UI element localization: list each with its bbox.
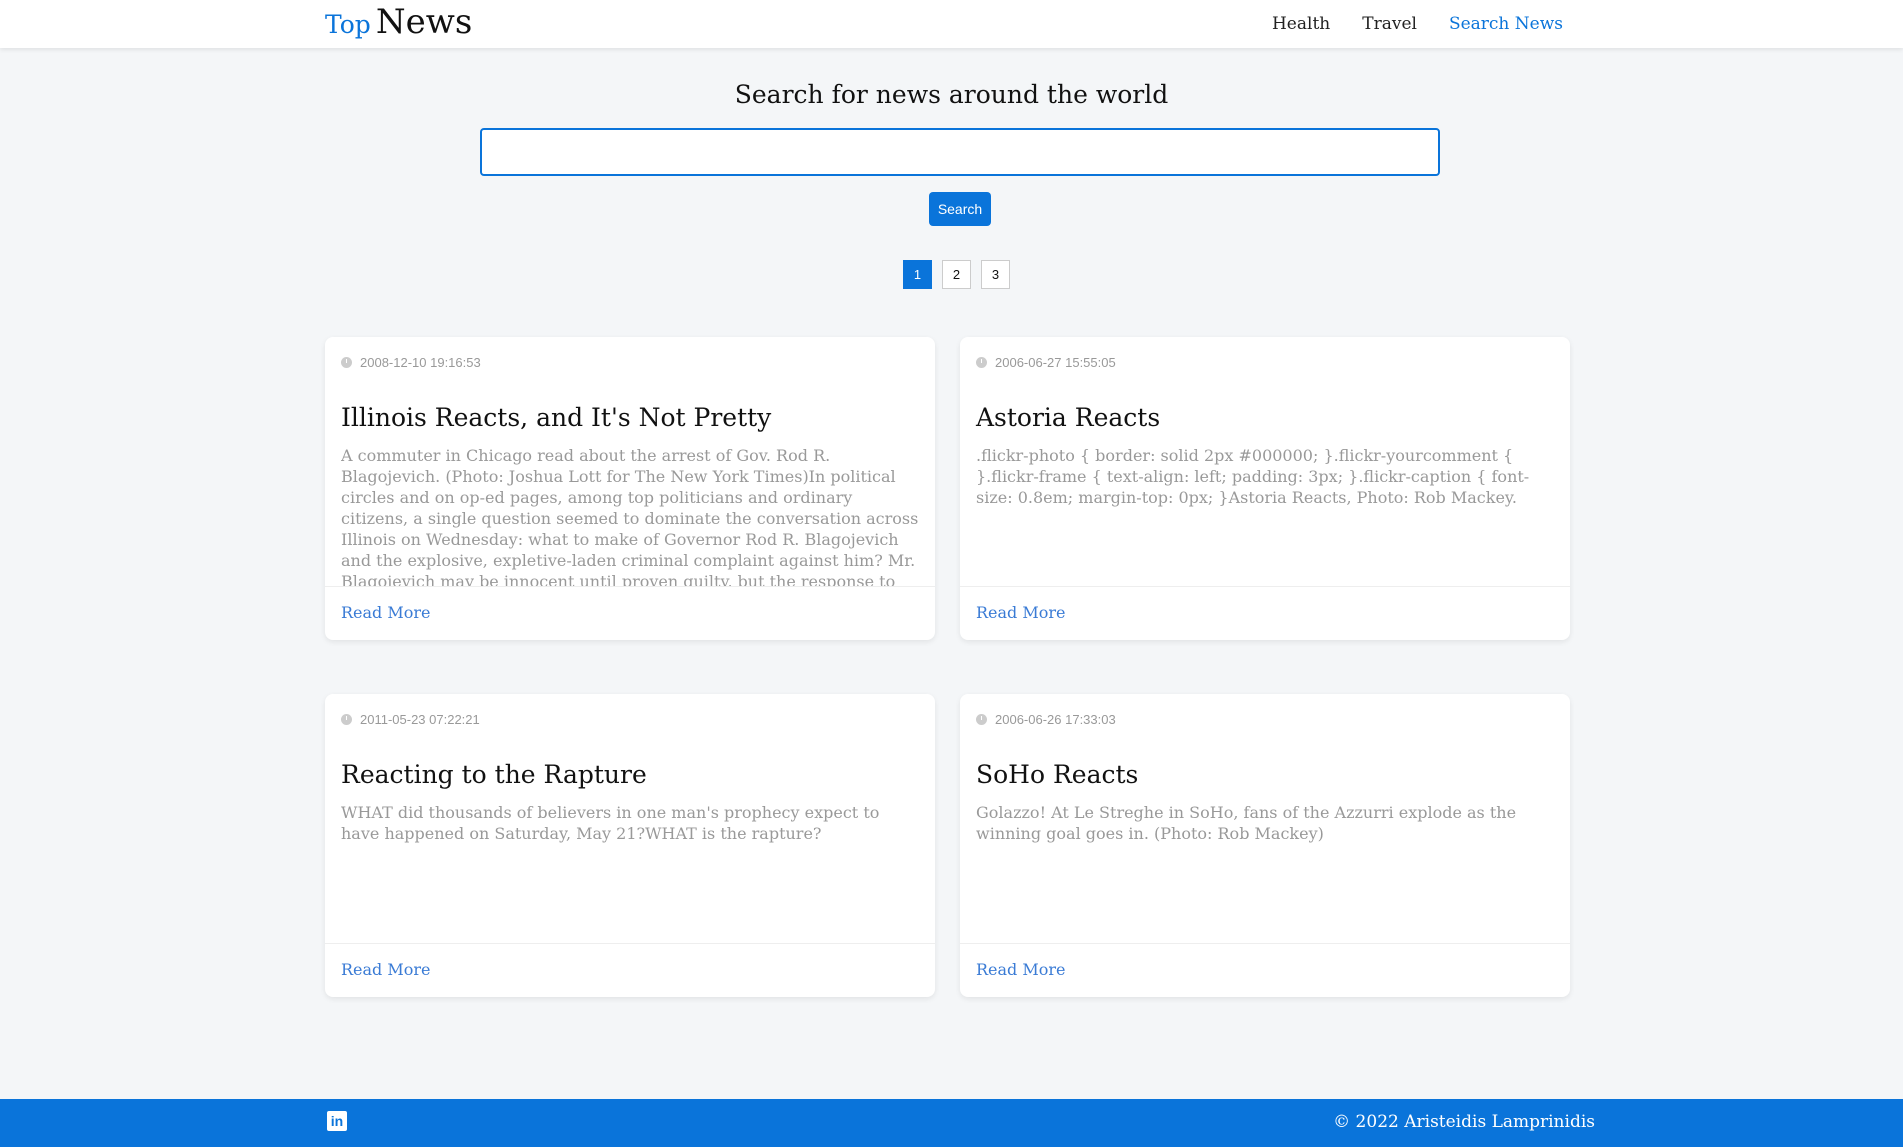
article-date-text: 2008-12-10 19:16:53 <box>360 355 481 370</box>
article-title: Illinois Reacts, and It's Not Pretty <box>341 403 772 432</box>
article-body: WHAT did thousands of believers in one m… <box>341 803 880 843</box>
article-card: 2011-05-23 07:22:21 Reacting to the Rapt… <box>325 694 935 997</box>
article-title: Reacting to the Rapture <box>341 760 647 789</box>
linkedin-icon-glyph: in <box>330 1113 344 1129</box>
page-button-2[interactable]: 2 <box>942 260 971 289</box>
clock-icon <box>341 357 352 368</box>
article-date: 2006-06-26 17:33:03 <box>976 712 1116 727</box>
linkedin-icon[interactable]: in <box>327 1111 347 1131</box>
article-title: Astoria Reacts <box>976 403 1161 432</box>
card-footer: Read More <box>325 586 935 640</box>
search-heading: Search for news around the world <box>734 80 1169 109</box>
clock-icon <box>976 714 987 725</box>
article-card: 2006-06-26 17:33:03 SoHo Reacts Golazzo!… <box>960 694 1570 997</box>
article-card: 2006-06-27 15:55:05 Astoria Reacts .flic… <box>960 337 1570 640</box>
card-footer: Read More <box>325 943 935 997</box>
card-footer: Read More <box>960 943 1570 997</box>
article-title: SoHo Reacts <box>976 760 1139 789</box>
clock-icon <box>341 714 352 725</box>
article-date: 2008-12-10 19:16:53 <box>341 355 481 370</box>
nav-item-search-news[interactable]: Search News <box>1449 14 1563 34</box>
article-date-text: 2006-06-26 17:33:03 <box>995 712 1116 727</box>
brand-news-text: News <box>375 2 473 42</box>
nav-links: Health Travel Search News <box>1272 14 1563 34</box>
read-more-link[interactable]: Read More <box>976 603 1066 622</box>
article-date-text: 2011-05-23 07:22:21 <box>360 712 480 727</box>
article-date: 2011-05-23 07:22:21 <box>341 712 480 727</box>
search-button[interactable]: Search <box>929 192 991 226</box>
copyright-text: © 2022 Aristeidis Lamprinidis <box>1333 1112 1595 1132</box>
card-footer: Read More <box>960 586 1570 640</box>
search-input[interactable] <box>480 128 1440 176</box>
footer: in © 2022 Aristeidis Lamprinidis <box>0 1099 1903 1147</box>
read-more-link[interactable]: Read More <box>341 603 431 622</box>
article-date: 2006-06-27 15:55:05 <box>976 355 1116 370</box>
clock-icon <box>976 357 987 368</box>
page-button-3[interactable]: 3 <box>981 260 1010 289</box>
read-more-link[interactable]: Read More <box>341 960 431 979</box>
brand-top-text: Top <box>325 10 371 39</box>
nav-item-travel[interactable]: Travel <box>1362 14 1417 34</box>
read-more-link[interactable]: Read More <box>976 960 1066 979</box>
article-card: 2008-12-10 19:16:53 Illinois Reacts, and… <box>325 337 935 640</box>
pagination: 1 2 3 <box>903 260 1010 289</box>
article-date-text: 2006-06-27 15:55:05 <box>995 355 1116 370</box>
article-body: A commuter in Chicago read about the arr… <box>341 446 919 587</box>
nav-item-health[interactable]: Health <box>1272 14 1330 34</box>
article-body: Golazzo! At Le Streghe in SoHo, fans of … <box>976 803 1517 843</box>
page-button-1[interactable]: 1 <box>903 260 932 289</box>
article-body: .flickr-photo { border: solid 2px #00000… <box>976 446 1530 507</box>
brand-logo[interactable]: Top News <box>325 2 472 42</box>
navbar: Top News Health Travel Search News <box>0 0 1903 48</box>
